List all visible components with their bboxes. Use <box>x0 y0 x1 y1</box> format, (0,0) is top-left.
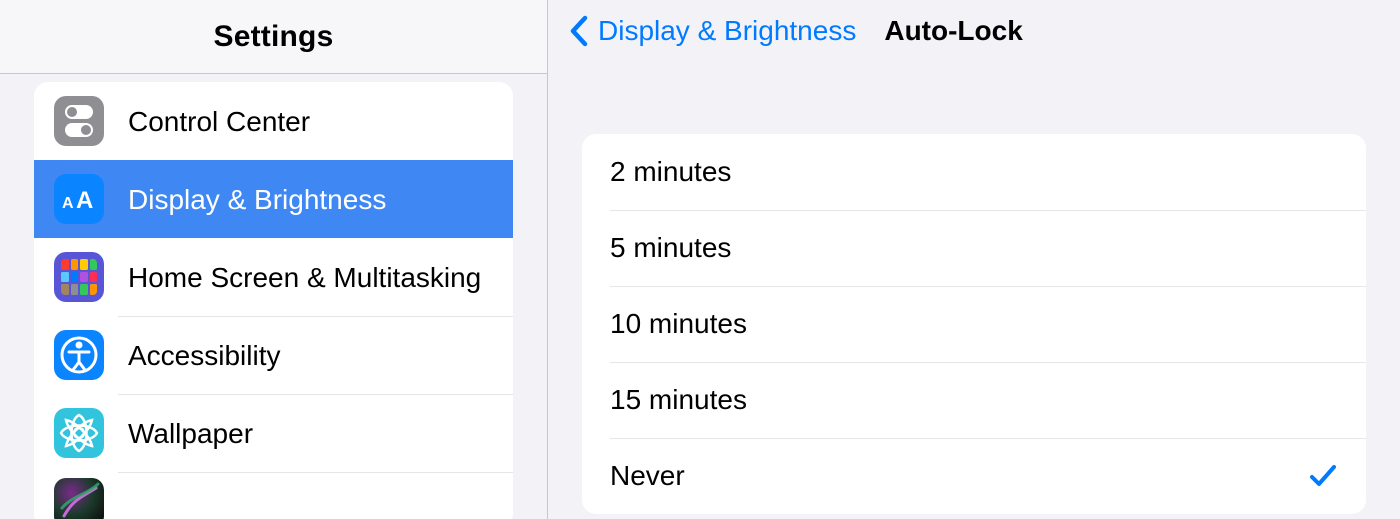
back-button[interactable]: Display & Brightness <box>568 15 856 47</box>
sidebar-item-label: Accessibility <box>128 338 280 373</box>
checkmark-icon <box>1308 461 1338 491</box>
sidebar-group: Control Center A A Display & Brightness <box>34 82 513 519</box>
sidebar-header: Settings <box>0 0 547 74</box>
wallpaper-icon <box>54 408 104 458</box>
detail-header: Display & Brightness Auto-Lock <box>548 0 1400 62</box>
option-label: 10 minutes <box>610 308 747 340</box>
sidebar-list[interactable]: Control Center A A Display & Brightness <box>0 74 547 519</box>
back-label: Display & Brightness <box>598 15 856 47</box>
option-never[interactable]: Never <box>582 438 1366 514</box>
sidebar-item-home-screen[interactable]: Home Screen & Multitasking <box>34 238 513 316</box>
sidebar-item-label: Control Center <box>128 104 310 139</box>
option-label: 5 minutes <box>610 232 731 264</box>
svg-text:A: A <box>76 187 93 214</box>
sidebar-item-display-brightness[interactable]: A A Display & Brightness <box>34 160 513 238</box>
display-brightness-icon: A A <box>54 174 104 224</box>
option-10-minutes[interactable]: 10 minutes <box>582 286 1366 362</box>
detail-pane: Display & Brightness Auto-Lock 2 minutes… <box>548 0 1400 519</box>
option-2-minutes[interactable]: 2 minutes <box>582 134 1366 210</box>
svg-text:A: A <box>62 195 74 212</box>
sidebar-item-label: Display & Brightness <box>128 182 386 217</box>
sidebar-item-wallpaper[interactable]: Wallpaper <box>34 394 513 472</box>
option-5-minutes[interactable]: 5 minutes <box>582 210 1366 286</box>
sidebar-item-accessibility[interactable]: Accessibility <box>34 316 513 394</box>
option-label: 15 minutes <box>610 384 747 416</box>
page-title: Auto-Lock <box>884 15 1022 47</box>
sidebar-item-label: Wallpaper <box>128 416 253 451</box>
option-label: 2 minutes <box>610 156 731 188</box>
settings-sidebar: Settings Control Center <box>0 0 548 519</box>
sidebar-item-control-center[interactable]: Control Center <box>34 82 513 160</box>
sidebar-item-label: Home Screen & Multitasking <box>128 260 481 295</box>
sidebar-title: Settings <box>214 20 334 54</box>
accessibility-icon <box>54 330 104 380</box>
siri-icon <box>54 478 104 519</box>
sidebar-item-next[interactable] <box>34 472 513 519</box>
control-center-icon <box>54 96 104 146</box>
option-15-minutes[interactable]: 15 minutes <box>582 362 1366 438</box>
home-screen-icon <box>54 252 104 302</box>
autolock-options: 2 minutes 5 minutes 10 minutes 15 minute… <box>582 134 1366 514</box>
option-label: Never <box>610 460 685 492</box>
chevron-left-icon <box>568 15 590 47</box>
